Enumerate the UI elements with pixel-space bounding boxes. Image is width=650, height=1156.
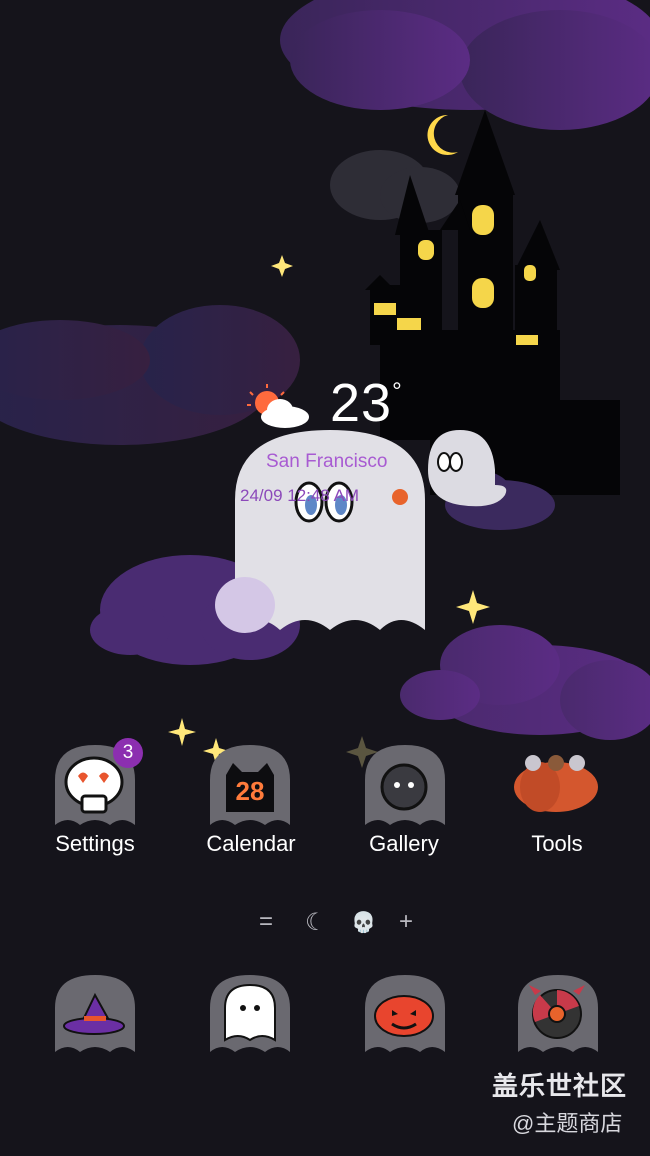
- weather-datetime: 24/09 12:48 AM: [240, 486, 360, 505]
- dust-bunny-icon[interactable]: [365, 745, 445, 825]
- app-icons-row: 28: [55, 745, 598, 825]
- cat-calendar-icon[interactable]: 28: [210, 745, 290, 825]
- left-cloud: [0, 305, 300, 445]
- app-label: Calendar: [206, 831, 296, 856]
- community-watermark: 盖乐世社区: [492, 1071, 628, 1101]
- theme-store-watermark: @主题商店: [512, 1111, 623, 1136]
- home-pages-icon[interactable]: =: [259, 908, 273, 936]
- calendar-date: 28: [236, 776, 265, 806]
- weather-temperature: 23°: [330, 373, 403, 433]
- weather-city: San Francisco: [266, 451, 388, 472]
- app-label: Tools: [531, 831, 583, 856]
- pumpkin-dot-icon: [392, 489, 408, 505]
- lower-right-cloud: [400, 625, 650, 740]
- pumpkin-tools-icon[interactable]: [514, 755, 598, 812]
- app-label: Gallery: [369, 831, 439, 856]
- add-page-icon[interactable]: +: [399, 908, 413, 936]
- grey-cloud: [330, 150, 460, 223]
- top-cloud: [280, 0, 650, 130]
- skull-page-icon[interactable]: 💀: [351, 910, 376, 935]
- devil-ball-icon[interactable]: [518, 975, 598, 1052]
- moon-page-icon[interactable]: ☾: [305, 908, 327, 937]
- jack-o-lantern-icon[interactable]: [365, 975, 445, 1052]
- dock: [55, 975, 598, 1052]
- moon-icon: [427, 114, 458, 155]
- app-label: Settings: [55, 831, 135, 856]
- witch-hat-icon[interactable]: [55, 975, 135, 1052]
- ghost-icon[interactable]: [210, 975, 290, 1052]
- settings-notification-badge: 3: [113, 738, 143, 768]
